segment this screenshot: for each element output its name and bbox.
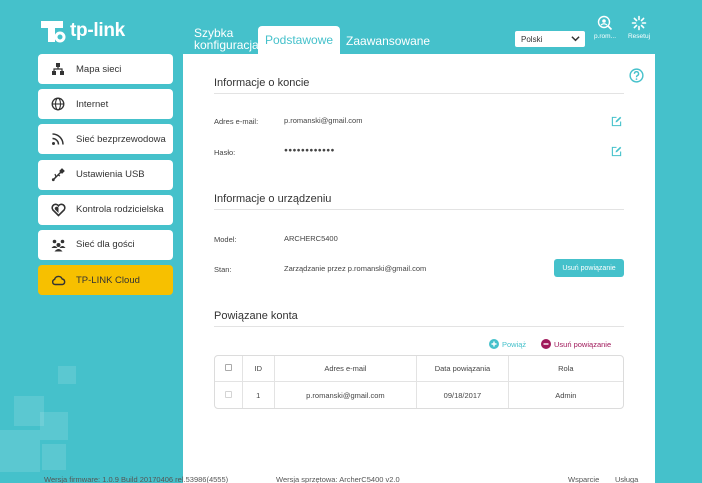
select-all-checkbox-cell[interactable]	[215, 356, 243, 382]
sidebar-item-network-map[interactable]: Mapa sieci	[38, 54, 173, 84]
sidebar-item-label: Ustawienia USB	[76, 169, 145, 181]
support-link[interactable]: Wsparcie	[568, 475, 599, 483]
sidebar-item-guest-network[interactable]: Sieć dla gości	[38, 229, 173, 260]
user-account-label: p.rom...	[593, 33, 617, 40]
tab-advanced[interactable]: Zaawansowane	[340, 35, 436, 54]
column-header: ID	[242, 356, 275, 382]
unbind-device-button[interactable]: Usuń powiązanie	[554, 259, 624, 277]
sidebar-item-tp-link-cloud[interactable]: TP-LINK Cloud	[38, 265, 173, 296]
linked-accounts-table: ID Adres e-mail Data powiązania Rola 1 p…	[214, 355, 624, 409]
brand-name: tp-link	[70, 20, 125, 41]
status-label: Stan:	[214, 265, 232, 274]
language-value: Polski	[521, 34, 543, 44]
user-account-icon	[597, 15, 613, 31]
globe-icon	[50, 96, 66, 112]
bind-account-label: Powiąż	[502, 339, 527, 349]
account-section-title: Informacje o koncie	[214, 77, 310, 89]
divider	[214, 209, 624, 210]
row-email: p.romanski@gmail.com	[275, 382, 418, 408]
sidebar-item-label: Kontrola rodzicielska	[76, 204, 164, 216]
language-select[interactable]: Polski	[515, 31, 585, 47]
column-header: Rola	[508, 356, 623, 382]
unbind-account-label: Usuń powiązanie	[554, 339, 612, 349]
sidebar-item-label: TP-LINK Cloud	[76, 274, 140, 286]
row-checkbox[interactable]	[224, 390, 232, 398]
decor-square	[40, 412, 68, 440]
sidebar-item-label: Mapa sieci	[76, 63, 122, 75]
reset-spinner-icon	[631, 15, 647, 31]
column-header: Data powiązania	[417, 356, 509, 382]
network-map-icon	[50, 61, 66, 77]
sidebar-item-internet[interactable]: Internet	[38, 89, 173, 120]
row-date: 09/18/2017	[417, 382, 509, 408]
divider	[214, 93, 624, 94]
row-role: Admin	[555, 390, 577, 400]
footer: Wersja firmware: 1.0.9 Build 20170406 re…	[0, 472, 702, 483]
sidebar-item-usb[interactable]: Ustawienia USB	[38, 159, 173, 190]
unbind-account-button[interactable]: Usuń powiązanie	[541, 339, 611, 349]
top-nav: Szybka konfiguracja Podstawowe Zaawansow…	[188, 26, 436, 54]
table-row[interactable]: 1 p.romanski@gmail.com 09/18/2017 Admin	[215, 382, 623, 408]
decor-square	[0, 430, 40, 472]
edit-email-icon[interactable]	[611, 116, 622, 127]
edit-password-icon[interactable]	[611, 146, 622, 157]
sidebar-item-parental-control[interactable]: Kontrola rodzicielska	[38, 194, 173, 225]
usb-icon	[50, 167, 66, 183]
guests-icon	[50, 237, 66, 253]
password-value: ●●●●●●●●●●●●	[284, 147, 335, 154]
cloud-icon	[50, 272, 66, 288]
tab-quick-setup[interactable]: Szybka konfiguracja	[188, 27, 259, 54]
user-account-button[interactable]: p.rom...	[589, 15, 621, 40]
wifi-icon	[50, 131, 66, 147]
main-panel: Informacje o koncie Adres e-mail: p.roma…	[183, 54, 655, 483]
table-header-row: ID Adres e-mail Data powiązania Rola	[215, 356, 623, 382]
row-checkbox-cell[interactable]	[215, 382, 243, 408]
divider	[214, 326, 624, 327]
service-link[interactable]: Usługa	[615, 475, 638, 483]
brand-logo: tp-link	[38, 14, 138, 48]
minus-circle-icon	[541, 339, 551, 349]
tab-basic[interactable]: Podstawowe	[258, 26, 341, 54]
sidebar-item-label: Internet	[76, 98, 109, 110]
hardware-version: Wersja sprzętowa: ArcherC5400 v2.0	[276, 475, 400, 483]
chevron-down-icon	[571, 36, 580, 42]
bind-account-button[interactable]: Powiąż	[489, 339, 526, 349]
model-label: Model:	[214, 235, 237, 244]
linked-section-title: Powiązane konta	[214, 310, 298, 322]
decor-square	[58, 366, 76, 384]
model-value: ARCHERC5400	[284, 234, 338, 243]
row-id: 1	[243, 382, 275, 408]
sidebar: Mapa sieci Internet Sieć bezprzewodowa U…	[38, 54, 173, 300]
reset-label: Resetuj	[627, 33, 651, 40]
plus-circle-icon	[489, 339, 499, 349]
sidebar-item-label: Sieć bezprzewodowa	[76, 133, 166, 145]
tp-link-logo-icon	[41, 21, 66, 43]
help-icon[interactable]	[629, 68, 644, 83]
email-value: p.romanski@gmail.com	[284, 116, 363, 125]
email-label: Adres e-mail:	[214, 117, 259, 126]
sidebar-item-wireless[interactable]: Sieć bezprzewodowa	[38, 124, 173, 155]
reset-button[interactable]: Resetuj	[623, 15, 655, 40]
device-section-title: Informacje o urządzeniu	[214, 193, 332, 205]
decor-square	[42, 444, 66, 470]
select-all-checkbox[interactable]	[224, 364, 232, 371]
password-label: Hasło:	[214, 148, 236, 157]
heart-icon	[50, 202, 66, 218]
column-header: Adres e-mail	[274, 356, 418, 382]
firmware-version: Wersja firmware: 1.0.9 Build 20170406 re…	[44, 475, 229, 483]
sidebar-item-label: Sieć dla gości	[76, 239, 135, 251]
status-value: Zarządzanie przez p.romanski@gmail.com	[284, 264, 427, 273]
